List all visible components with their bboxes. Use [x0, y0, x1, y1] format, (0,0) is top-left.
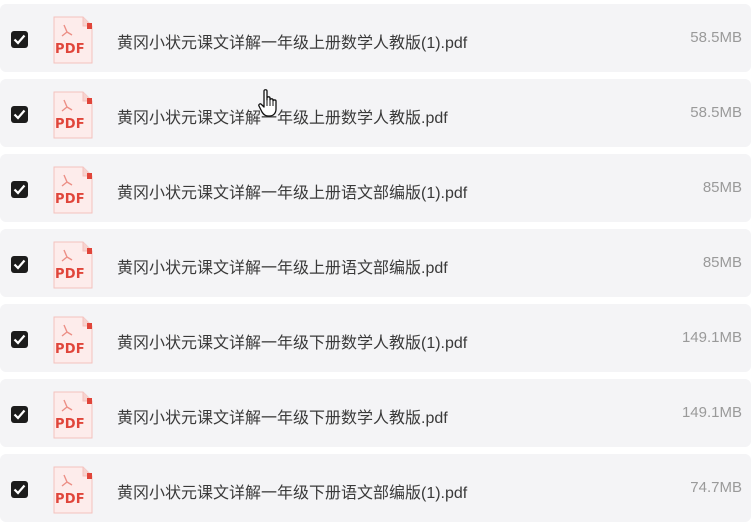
file-checkbox[interactable] — [11, 256, 28, 273]
file-name[interactable]: 黄冈小状元课文详解一年级上册数学人教版.pdf — [117, 104, 448, 128]
hand-pointer-icon — [258, 89, 277, 117]
pdf-icon-label: PDF — [55, 117, 85, 132]
pdf-icon-label: PDF — [55, 192, 85, 207]
file-size: 85MB — [702, 179, 742, 196]
pdf-file-icon: PDF — [52, 316, 94, 364]
file-checkbox[interactable] — [11, 331, 28, 348]
pdf-file-icon: PDF — [52, 91, 94, 139]
checkmark-icon — [13, 334, 26, 345]
file-checkbox[interactable] — [11, 106, 28, 123]
checkmark-icon — [13, 484, 26, 495]
file-checkbox[interactable] — [11, 481, 28, 498]
file-row[interactable]: PDF 黄冈小状元课文详解一年级下册数学人教版(1).pdf 149.1MB — [0, 304, 751, 372]
checkmark-icon — [13, 259, 26, 270]
file-row[interactable]: PDF 黄冈小状元课文详解一年级下册数学人教版.pdf 149.1MB — [0, 379, 751, 447]
file-size: 149.1MB — [681, 404, 742, 421]
file-name[interactable]: 黄冈小状元课文详解一年级上册语文部编版(1).pdf — [117, 179, 467, 203]
file-checkbox[interactable] — [11, 406, 28, 423]
pdf-icon-label: PDF — [55, 342, 85, 357]
file-size: 85MB — [702, 254, 742, 271]
checkmark-icon — [13, 34, 26, 45]
pdf-icon-label: PDF — [55, 417, 85, 432]
pdf-file-icon: PDF — [52, 391, 94, 439]
file-row[interactable]: PDF 黄冈小状元课文详解一年级上册数学人教版(1).pdf 58.5MB — [0, 4, 751, 72]
pdf-file-icon: PDF — [52, 166, 94, 214]
file-row[interactable]: PDF 黄冈小状元课文详解一年级下册语文部编版(1).pdf 74.7MB — [0, 454, 751, 522]
pdf-icon-label: PDF — [55, 42, 85, 57]
file-name[interactable]: 黄冈小状元课文详解一年级下册语文部编版(1).pdf — [117, 479, 467, 503]
file-size: 58.5MB — [690, 29, 742, 46]
file-name[interactable]: 黄冈小状元课文详解一年级下册数学人教版(1).pdf — [117, 329, 467, 353]
file-name[interactable]: 黄冈小状元课文详解一年级上册数学人教版(1).pdf — [117, 29, 467, 53]
file-name[interactable]: 黄冈小状元课文详解一年级上册语文部编版.pdf — [117, 254, 448, 278]
file-size: 74.7MB — [690, 479, 742, 496]
file-row[interactable]: PDF 黄冈小状元课文详解一年级上册语文部编版(1).pdf 85MB — [0, 154, 751, 222]
checkmark-icon — [13, 409, 26, 420]
file-name[interactable]: 黄冈小状元课文详解一年级下册数学人教版.pdf — [117, 404, 448, 428]
pdf-file-icon: PDF — [52, 241, 94, 289]
checkmark-icon — [13, 184, 26, 195]
pdf-file-icon: PDF — [52, 466, 94, 514]
pdf-icon-label: PDF — [55, 492, 85, 507]
file-checkbox[interactable] — [11, 181, 28, 198]
file-row[interactable]: PDF 黄冈小状元课文详解一年级上册数学人教版.pdf 58.5MB — [0, 79, 751, 147]
pdf-icon-label: PDF — [55, 267, 85, 282]
file-size: 58.5MB — [690, 104, 742, 121]
file-size: 149.1MB — [681, 329, 742, 346]
file-checkbox[interactable] — [11, 31, 28, 48]
checkmark-icon — [13, 109, 26, 120]
file-row[interactable]: PDF 黄冈小状元课文详解一年级上册语文部编版.pdf 85MB — [0, 229, 751, 297]
pdf-file-icon: PDF — [52, 16, 94, 64]
